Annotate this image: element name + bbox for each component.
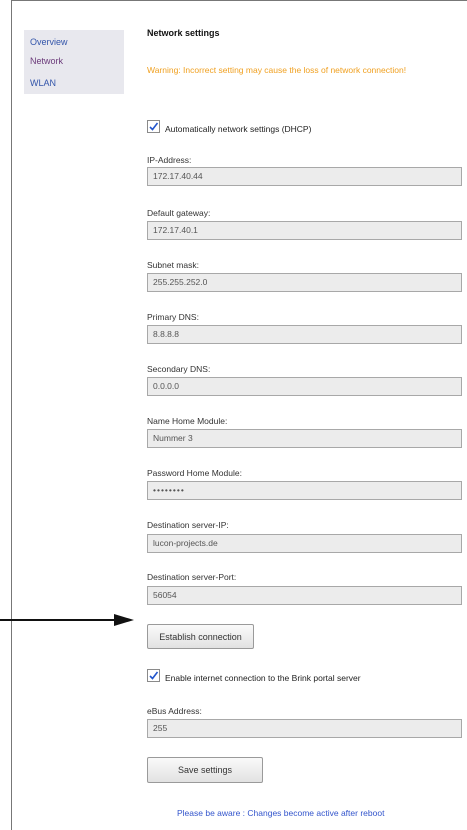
dest-port-label: Destination server-Port: [147,572,237,582]
checkmark-icon [149,122,159,131]
module-name-label: Name Home Module: [147,416,228,426]
sidebar-item-network[interactable]: Network [30,56,63,66]
dhcp-label: Automatically network settings (DHCP) [165,124,312,134]
primary-dns-label: Primary DNS: [147,312,199,322]
dhcp-checkbox[interactable] [147,120,160,133]
gateway-label: Default gateway: [147,208,211,218]
portal-option: Enable internet connection to the Brink … [147,668,361,683]
secondary-dns-label: Secondary DNS: [147,364,211,374]
page-title: Network settings [147,28,220,38]
ebus-address-field[interactable]: 255 [147,719,462,738]
module-password-field[interactable]: •••••••• [147,481,462,500]
ip-label: IP-Address: [147,155,192,165]
warning-message: Warning: Incorrect setting may cause the… [147,65,407,75]
ip-address-field[interactable]: 172.17.40.44 [147,167,462,186]
sidebar: Overview Network WLAN [24,30,124,94]
subnet-label: Subnet mask: [147,260,199,270]
dest-port-field[interactable]: 56054 [147,586,462,605]
primary-dns-field[interactable]: 8.8.8.8 [147,325,462,344]
portal-label: Enable internet connection to the Brink … [165,673,361,683]
sidebar-item-overview[interactable]: Overview [30,37,68,47]
arrow-pointer-icon [0,614,134,626]
dest-ip-field[interactable]: lucon-projects.de [147,534,462,553]
portal-checkbox[interactable] [147,669,160,682]
dest-ip-label: Destination server-IP: [147,520,229,530]
save-settings-button[interactable]: Save settings [147,757,263,783]
reboot-notice: Please be aware : Changes become active … [177,808,385,818]
establish-connection-button[interactable]: Establish connection [147,624,254,649]
subnet-field[interactable]: 255.255.252.0 [147,273,462,292]
module-password-label: Password Home Module: [147,468,242,478]
dhcp-option: Automatically network settings (DHCP) [147,119,311,134]
module-name-field[interactable]: Nummer 3 [147,429,462,448]
gateway-field[interactable]: 172.17.40.1 [147,221,462,240]
sidebar-item-wlan[interactable]: WLAN [30,78,56,88]
secondary-dns-field[interactable]: 0.0.0.0 [147,377,462,396]
ebus-label: eBus Address: [147,706,202,716]
checkmark-icon [149,671,159,680]
